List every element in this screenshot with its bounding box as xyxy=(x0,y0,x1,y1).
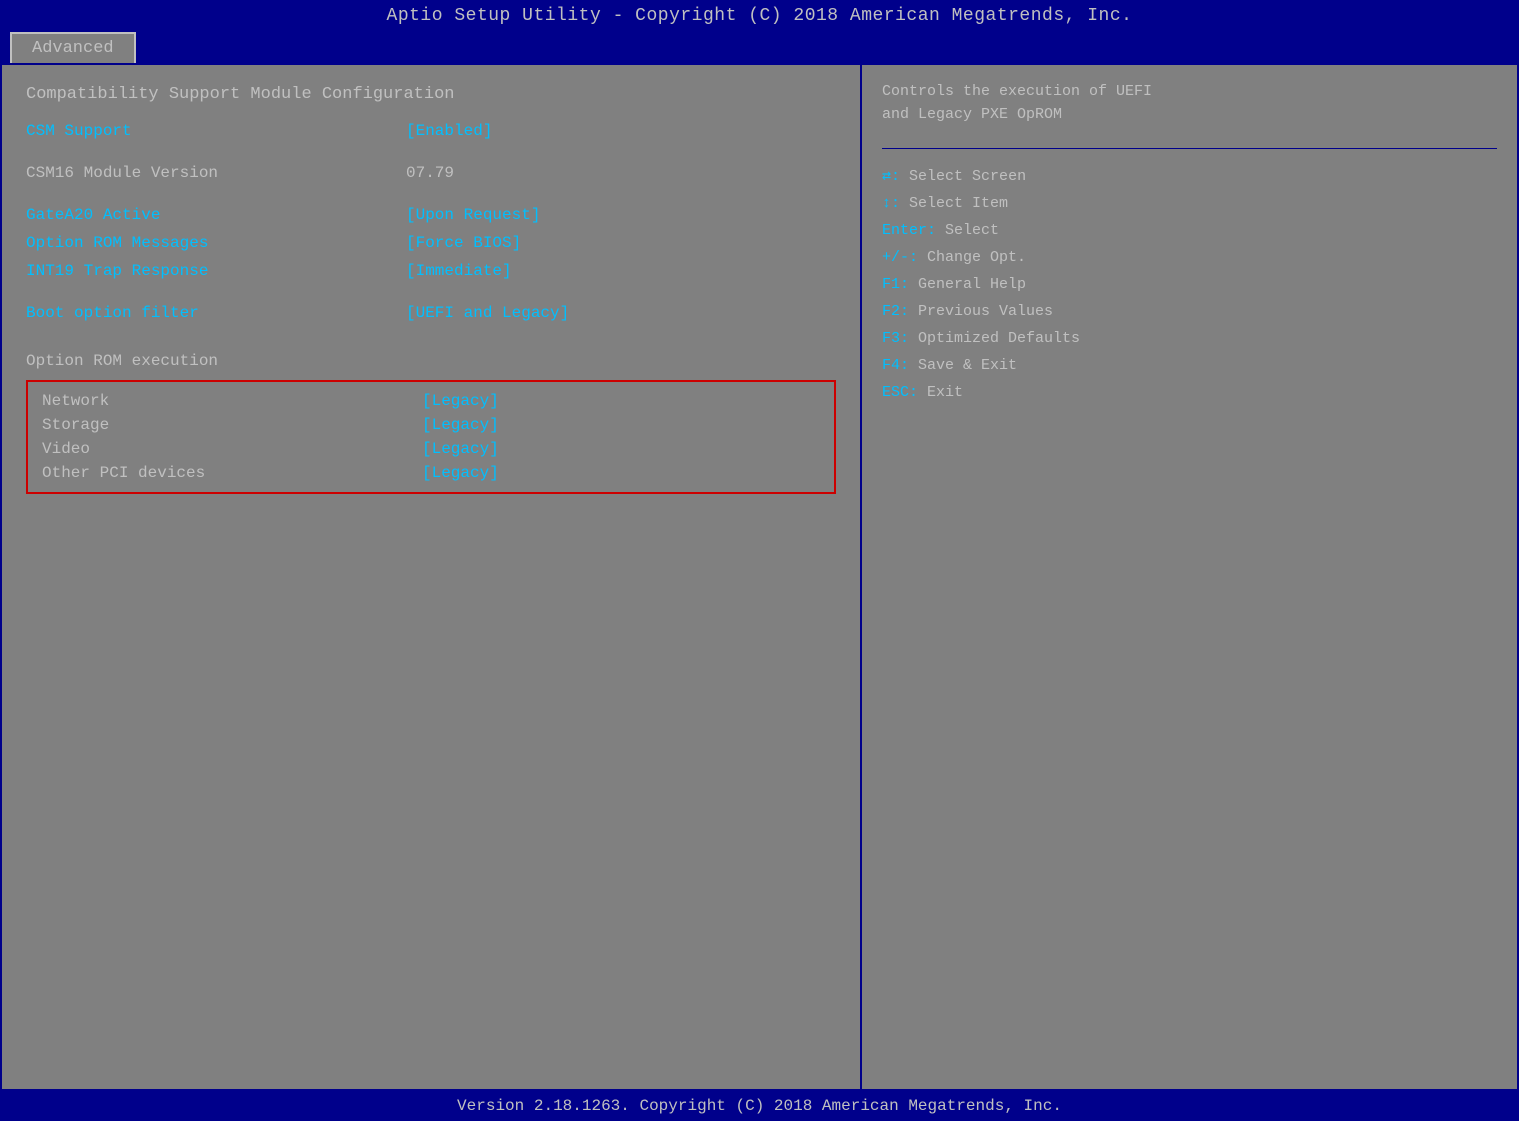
csm16-version-value: 07.79 xyxy=(406,164,454,182)
main-content: Compatibility Support Module Configurati… xyxy=(0,63,1519,1091)
csm16-version-label: CSM16 Module Version xyxy=(26,164,406,182)
int19-value: [Immediate] xyxy=(406,262,512,280)
key-help: ⇄: Select Screen ↕: Select Item Enter: S… xyxy=(882,163,1497,406)
key-lr-arrows: ⇄: xyxy=(882,168,909,185)
key-f2-label: F2: xyxy=(882,303,918,320)
video-row: Video [Legacy] xyxy=(42,440,820,458)
gatea20-row: GateA20 Active [Upon Request] xyxy=(26,206,836,224)
network-value: [Legacy] xyxy=(422,392,499,410)
bios-screen: Aptio Setup Utility - Copyright (C) 2018… xyxy=(0,0,1519,1121)
video-label[interactable]: Video xyxy=(42,440,422,458)
divider xyxy=(882,148,1497,149)
other-pci-value: [Legacy] xyxy=(422,464,499,482)
option-rom-messages-value: [Force BIOS] xyxy=(406,234,521,252)
option-rom-exec-title: Option ROM execution xyxy=(26,352,836,370)
footer-text: Version 2.18.1263. Copyright (C) 2018 Am… xyxy=(457,1097,1062,1115)
storage-row: Storage [Legacy] xyxy=(42,416,820,434)
network-row: Network [Legacy] xyxy=(42,392,820,410)
boot-option-filter-label[interactable]: Boot option filter xyxy=(26,304,406,322)
key-esc: ESC: Exit xyxy=(882,379,1497,406)
help-text: Controls the execution of UEFIand Legacy… xyxy=(882,81,1497,126)
option-rom-messages-label[interactable]: Option ROM Messages xyxy=(26,234,406,252)
boot-option-filter-value: [UEFI and Legacy] xyxy=(406,304,569,322)
key-enter-label: Enter: xyxy=(882,222,945,239)
key-f4: F4: Save & Exit xyxy=(882,352,1497,379)
key-f2-desc: Previous Values xyxy=(918,303,1053,320)
key-select-item-label: Select Item xyxy=(909,195,1008,212)
title-text: Aptio Setup Utility - Copyright (C) 2018… xyxy=(387,6,1133,26)
option-rom-execution-box: Network [Legacy] Storage [Legacy] Video … xyxy=(26,380,836,494)
key-enter-desc: Select xyxy=(945,222,999,239)
key-f2: F2: Previous Values xyxy=(882,298,1497,325)
tab-advanced-label: Advanced xyxy=(32,39,114,58)
gatea20-value: [Upon Request] xyxy=(406,206,540,224)
key-f1: F1: General Help xyxy=(882,271,1497,298)
key-select-screen: ⇄: Select Screen xyxy=(882,163,1497,190)
right-panel: Controls the execution of UEFIand Legacy… xyxy=(862,65,1517,1089)
key-esc-label: ESC: xyxy=(882,384,927,401)
key-f3-label: F3: xyxy=(882,330,918,347)
csm16-version-row: CSM16 Module Version 07.79 xyxy=(26,164,836,182)
key-esc-desc: Exit xyxy=(927,384,963,401)
key-plusminus-label: +/-: xyxy=(882,249,927,266)
other-pci-row: Other PCI devices [Legacy] xyxy=(42,464,820,482)
key-f3: F3: Optimized Defaults xyxy=(882,325,1497,352)
key-f4-label: F4: xyxy=(882,357,918,374)
int19-row: INT19 Trap Response [Immediate] xyxy=(26,262,836,280)
tab-bar: Advanced xyxy=(0,32,1519,63)
other-pci-label[interactable]: Other PCI devices xyxy=(42,464,422,482)
int19-label[interactable]: INT19 Trap Response xyxy=(26,262,406,280)
footer: Version 2.18.1263. Copyright (C) 2018 Am… xyxy=(0,1091,1519,1121)
gatea20-label[interactable]: GateA20 Active xyxy=(26,206,406,224)
key-select-item: ↕: Select Item xyxy=(882,190,1497,217)
storage-value: [Legacy] xyxy=(422,416,499,434)
key-f3-desc: Optimized Defaults xyxy=(918,330,1080,347)
video-value: [Legacy] xyxy=(422,440,499,458)
storage-label[interactable]: Storage xyxy=(42,416,422,434)
left-panel: Compatibility Support Module Configurati… xyxy=(2,65,862,1089)
section-title: Compatibility Support Module Configurati… xyxy=(26,85,836,104)
key-f1-desc: General Help xyxy=(918,276,1026,293)
key-f1-label: F1: xyxy=(882,276,918,293)
key-change-opt: +/-: Change Opt. xyxy=(882,244,1497,271)
key-change-opt-desc: Change Opt. xyxy=(927,249,1026,266)
key-select-screen-label: Select Screen xyxy=(909,168,1026,185)
option-rom-messages-row: Option ROM Messages [Force BIOS] xyxy=(26,234,836,252)
help-text-content: Controls the execution of UEFIand Legacy… xyxy=(882,83,1152,123)
csm-support-label[interactable]: CSM Support xyxy=(26,122,406,140)
key-enter: Enter: Select xyxy=(882,217,1497,244)
tab-advanced[interactable]: Advanced xyxy=(10,32,136,63)
boot-option-filter-row: Boot option filter [UEFI and Legacy] xyxy=(26,304,836,322)
key-ud-arrows: ↕: xyxy=(882,195,909,212)
csm-support-row: CSM Support [Enabled] xyxy=(26,122,836,140)
network-label[interactable]: Network xyxy=(42,392,422,410)
csm-support-value: [Enabled] xyxy=(406,122,492,140)
key-f4-desc: Save & Exit xyxy=(918,357,1017,374)
title-bar: Aptio Setup Utility - Copyright (C) 2018… xyxy=(0,0,1519,32)
